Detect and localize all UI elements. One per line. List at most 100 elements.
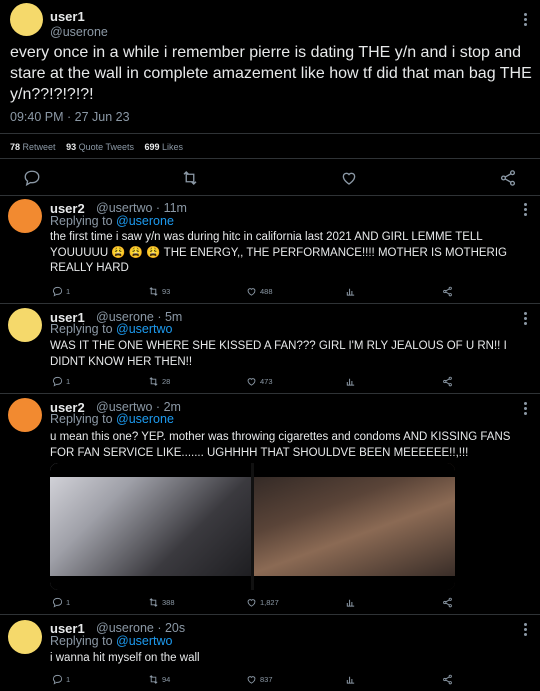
retweet-count[interactable]: 78 [10, 142, 20, 152]
media-attachment[interactable] [50, 463, 455, 590]
divider [0, 158, 540, 159]
mention-link[interactable]: @userone [116, 412, 174, 426]
tweet-stats: 78 Retweet 93 Quote Tweets 699 Likes [10, 142, 183, 152]
media-image[interactable] [50, 463, 251, 590]
tweet-thread: user1 @userone every once in a while i r… [0, 0, 540, 691]
reply-action[interactable]: 1 [52, 286, 70, 297]
like-count: 837 [260, 675, 273, 684]
more-options-icon[interactable] [520, 11, 530, 28]
more-options-icon[interactable] [520, 621, 530, 638]
retweet-count: 28 [162, 377, 171, 386]
like-icon[interactable] [246, 376, 257, 387]
mention-link[interactable]: @usertwo [116, 634, 172, 648]
reply-icon[interactable] [52, 674, 63, 685]
replying-to: Replying to @usertwo [50, 322, 173, 336]
retweet-icon[interactable] [148, 597, 159, 608]
reply-text: i wanna hit myself on the wall [50, 652, 200, 664]
reply-text: u mean this one? YEP. mother was throwin… [50, 431, 511, 459]
share-action[interactable] [442, 286, 453, 297]
tweet-timestamp[interactable]: 09:40 PM · 27 Jun 23 [10, 110, 130, 124]
reply-icon[interactable] [23, 169, 41, 187]
analytics-icon[interactable] [345, 674, 356, 685]
reply-count: 1 [66, 377, 71, 386]
like-count: 488 [260, 287, 273, 296]
more-options-icon[interactable] [520, 201, 530, 218]
reply-action[interactable]: 1 [52, 376, 70, 387]
share-icon[interactable] [442, 597, 453, 608]
share-action[interactable] [442, 674, 453, 685]
reply-text: WAS IT THE ONE WHERE SHE KISSED A FAN???… [50, 340, 507, 368]
reply-icon[interactable] [52, 597, 63, 608]
replying-to: Replying to @usertwo [50, 634, 173, 648]
retweet-action[interactable]: 28 [148, 376, 170, 387]
share-icon[interactable] [442, 376, 453, 387]
retweet-count: 388 [162, 598, 175, 607]
reply-icon[interactable] [52, 376, 63, 387]
quote-label[interactable]: Quote Tweets [79, 142, 134, 152]
replying-to: Replying to @userone [50, 214, 174, 228]
tweet-text: every once in a while i remember pierre … [10, 44, 532, 103]
share-action[interactable] [442, 376, 453, 387]
avatar[interactable] [8, 398, 42, 432]
divider [0, 195, 540, 196]
divider [0, 614, 540, 615]
reply-handle-time[interactable]: @userone · 20s [96, 621, 185, 635]
analytics-action[interactable] [345, 376, 356, 387]
like-action[interactable]: 1,827 [246, 597, 279, 608]
divider [0, 393, 540, 394]
analytics-icon[interactable] [345, 597, 356, 608]
analytics-icon[interactable] [345, 376, 356, 387]
media-image[interactable] [254, 463, 455, 590]
retweet-icon[interactable] [181, 169, 199, 187]
analytics-action[interactable] [345, 286, 356, 297]
replying-to: Replying to @userone [50, 412, 174, 426]
like-icon[interactable] [246, 674, 257, 685]
like-action[interactable]: 473 [246, 376, 273, 387]
like-action[interactable]: 837 [246, 674, 273, 685]
more-options-icon[interactable] [520, 400, 530, 417]
avatar[interactable] [8, 308, 42, 342]
mention-link[interactable]: @userone [116, 214, 174, 228]
retweet-icon[interactable] [148, 376, 159, 387]
mention-link[interactable]: @usertwo [116, 322, 172, 336]
like-icon[interactable] [340, 169, 358, 187]
retweet-icon[interactable] [148, 286, 159, 297]
analytics-action[interactable] [345, 674, 356, 685]
like-icon[interactable] [246, 597, 257, 608]
avatar[interactable] [10, 3, 43, 36]
divider [0, 133, 540, 134]
retweet-action[interactable]: 93 [148, 286, 170, 297]
retweet-icon[interactable] [148, 674, 159, 685]
avatar[interactable] [8, 199, 42, 233]
avatar[interactable] [8, 620, 42, 654]
retweet-count: 94 [162, 675, 171, 684]
author-handle[interactable]: @userone [50, 25, 108, 39]
retweet-label[interactable]: Retweet [23, 142, 56, 152]
divider [0, 303, 540, 304]
quote-count[interactable]: 93 [66, 142, 76, 152]
reply-count: 1 [66, 598, 71, 607]
like-action[interactable]: 488 [246, 286, 273, 297]
share-action[interactable] [442, 597, 453, 608]
share-icon[interactable] [442, 286, 453, 297]
share-icon[interactable] [442, 674, 453, 685]
more-options-icon[interactable] [520, 310, 530, 327]
reply-count: 1 [66, 287, 71, 296]
like-label[interactable]: Likes [162, 142, 183, 152]
like-count: 473 [260, 377, 273, 386]
reply-action[interactable]: 1 [52, 674, 70, 685]
analytics-action[interactable] [345, 597, 356, 608]
like-count[interactable]: 699 [145, 142, 160, 152]
like-icon[interactable] [246, 286, 257, 297]
reply-icon[interactable] [52, 286, 63, 297]
analytics-icon[interactable] [345, 286, 356, 297]
reply-text: the first time i saw y/n was during hitc… [50, 231, 508, 274]
reply-action[interactable]: 1 [52, 597, 70, 608]
share-icon[interactable] [499, 169, 517, 187]
author-name[interactable]: user1 [50, 9, 85, 24]
retweet-action[interactable]: 388 [148, 597, 175, 608]
reply-handle-time[interactable]: @usertwo · 11m [96, 201, 187, 215]
like-count: 1,827 [260, 598, 279, 607]
retweet-action[interactable]: 94 [148, 674, 170, 685]
reply-count: 1 [66, 675, 71, 684]
